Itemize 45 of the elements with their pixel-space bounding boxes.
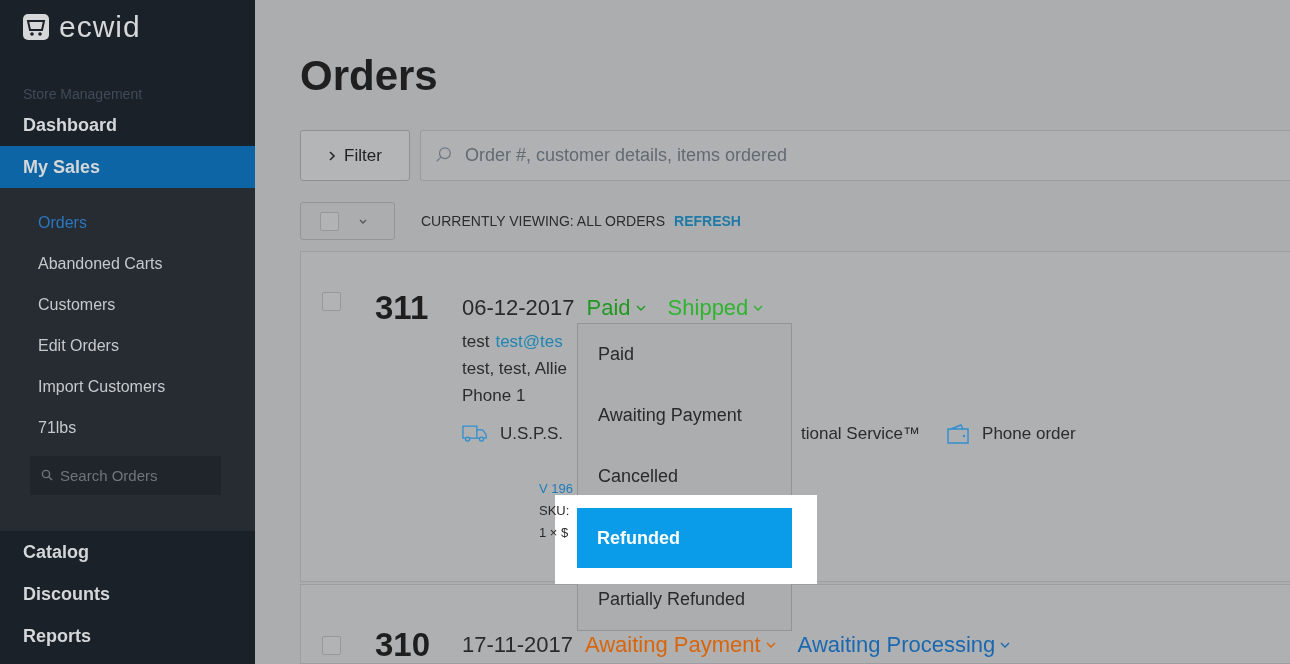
nav-item[interactable]: Catalog — [0, 531, 255, 573]
submenu-item[interactable]: Abandoned Carts — [0, 243, 255, 284]
shipping-method: U.S.P.S. — [500, 423, 564, 444]
search-field[interactable]: Search Orders — [30, 456, 221, 495]
wallet-icon — [946, 422, 971, 445]
truck-icon — [462, 424, 488, 444]
checkbox[interactable] — [322, 635, 341, 655]
bulk-select-dropdown[interactable] — [300, 202, 395, 241]
checkbox[interactable] — [320, 211, 339, 231]
order-number: 311 — [375, 287, 430, 328]
caret-icon — [359, 218, 367, 224]
nav-item[interactable]: Reports — [0, 615, 255, 657]
customer-address: test, test, Allie — [462, 357, 567, 380]
viewing-label: CURRENTLY VIEWING: ALL ORDERS — [421, 213, 665, 230]
caret-icon — [1000, 642, 1011, 648]
submenu-item[interactable]: Customers — [0, 284, 255, 325]
submenu-item[interactable]: Edit Orders — [0, 325, 255, 366]
nav-item[interactable]: Discounts — [0, 573, 255, 615]
order-date: 17-11-2017 — [462, 632, 573, 658]
order-number: 310 — [375, 625, 432, 664]
menu-item[interactable]: Awaiting Payment — [578, 385, 791, 446]
menu-item[interactable]: Cancelled — [578, 446, 791, 507]
caret-icon — [635, 304, 646, 311]
submenu-item[interactable]: Import Customers — [0, 366, 255, 407]
cart-logo-icon — [23, 14, 49, 40]
shipping-method: tional Service™ — [801, 423, 921, 444]
order-source: Phone order — [982, 423, 1076, 444]
submenu-item[interactable]: 71lbs — [0, 407, 255, 448]
customer-name: test — [462, 330, 490, 353]
caret-icon — [753, 304, 764, 311]
nav-item[interactable]: My Sales — [0, 146, 255, 188]
search-field[interactable]: Order #, customer details, items ordered — [420, 130, 1290, 181]
search-icon — [435, 146, 453, 164]
order-date: 06-12-2017 — [462, 294, 575, 321]
caret-icon — [765, 642, 776, 648]
search-icon — [41, 469, 53, 481]
menu-item[interactable]: Paid — [578, 324, 791, 385]
chevron-right-icon — [328, 150, 337, 161]
filter-button[interactable]: Filter — [300, 130, 410, 181]
page-title: Orders — [300, 51, 439, 101]
brand-name: ecwid — [59, 12, 141, 42]
checkbox[interactable] — [322, 291, 341, 311]
menu-item[interactable]: Partially Refunded — [578, 569, 791, 630]
nav-item[interactable]: Dashboard — [0, 104, 255, 146]
customer-phone: Phone 1 — [462, 384, 526, 407]
